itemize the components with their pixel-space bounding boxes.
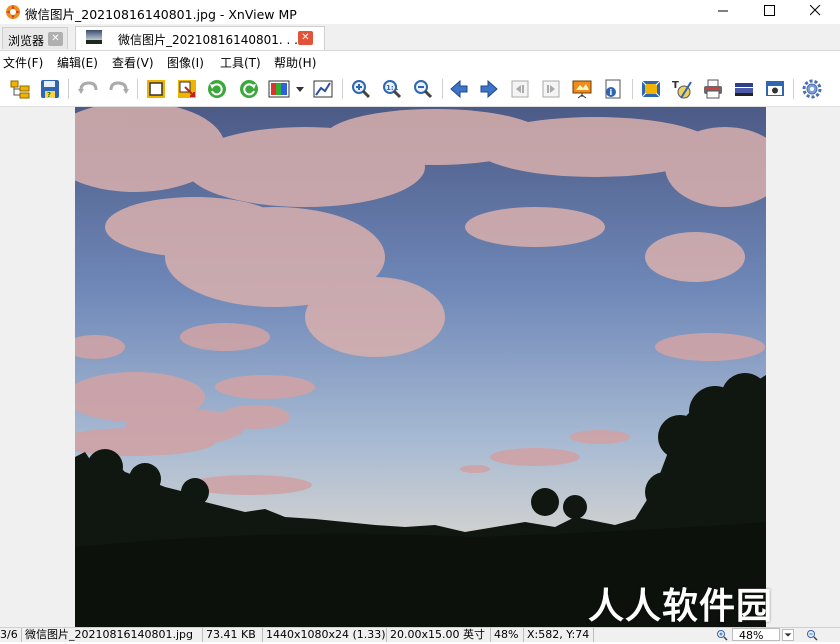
rotate-left-icon[interactable] — [206, 78, 228, 100]
levels-icon[interactable] — [312, 78, 334, 100]
menu-edit[interactable]: 编辑(E) — [57, 54, 98, 71]
previous-icon[interactable] — [448, 78, 470, 100]
toolbar-separator — [793, 79, 794, 99]
svg-text:1:1: 1:1 — [386, 84, 399, 92]
status-zoom: 48% — [491, 628, 524, 642]
maximize-icon — [763, 5, 775, 19]
zoom-dropdown-icon[interactable] — [782, 629, 794, 641]
image-thumbnail-icon — [86, 30, 102, 44]
svg-text:T: T — [672, 80, 679, 91]
scanner-icon[interactable] — [733, 78, 755, 100]
menu-file[interactable]: 文件(F) — [3, 54, 43, 71]
toolbar-separator — [68, 79, 69, 99]
status-coords: X:582, Y:74 — [524, 628, 594, 642]
close-button[interactable] — [792, 0, 838, 24]
tab-label: 微信图片_20210816140801. . . . — [118, 33, 306, 47]
color-adjust-icon[interactable] — [268, 78, 308, 100]
xnview-icon — [5, 4, 21, 20]
menu-help[interactable]: 帮助(H) — [274, 54, 316, 71]
crop-icon[interactable] — [145, 78, 167, 100]
print-icon[interactable] — [702, 78, 724, 100]
status-filename: 微信图片_20210816140801.jpg — [22, 628, 203, 642]
minimize-icon — [717, 5, 729, 19]
zoom-actual-icon[interactable]: 1:1 — [381, 78, 403, 100]
undo-icon[interactable] — [77, 78, 99, 100]
next-icon[interactable] — [478, 78, 500, 100]
menu-bar: 文件(F) 编辑(E) 查看(V) 图像(I) 工具(T) 帮助(H) — [0, 51, 840, 71]
window-title: 微信图片_20210816140801.jpg - XnView MP — [25, 7, 297, 22]
toolbar-separator — [442, 79, 443, 99]
tab-browser[interactable]: 浏览器 ✕ — [2, 27, 68, 49]
fullscreen-icon[interactable] — [640, 78, 662, 100]
menu-image[interactable]: 图像(I) — [167, 54, 204, 71]
status-filesize: 73.41 KB — [203, 628, 263, 642]
browser-icon[interactable] — [9, 78, 31, 100]
toolbar-separator — [137, 79, 138, 99]
svg-text:?: ? — [47, 91, 51, 99]
toolbar: ? 1:1 i T — [0, 72, 840, 107]
toolbar-separator — [632, 79, 633, 99]
zoom-out-small-icon[interactable] — [806, 629, 818, 641]
menu-tools[interactable]: 工具(T) — [220, 54, 261, 71]
close-icon — [809, 4, 821, 19]
status-bar: 3/6 微信图片_20210816140801.jpg 73.41 KB 144… — [0, 627, 840, 642]
settings-icon[interactable] — [801, 78, 823, 100]
minimize-button[interactable] — [700, 0, 746, 24]
status-index: 3/6 — [0, 628, 22, 642]
zoom-out-icon[interactable] — [412, 78, 434, 100]
tab-label: 浏览器 — [8, 34, 45, 48]
capture-icon[interactable] — [764, 78, 786, 100]
title-bar: 微信图片_20210816140801.jpg - XnView MP — [0, 0, 840, 24]
save-icon[interactable]: ? — [39, 78, 61, 100]
last-page-icon[interactable] — [540, 78, 562, 100]
maximize-button[interactable] — [746, 0, 792, 24]
redo-icon[interactable] — [108, 78, 130, 100]
properties-icon[interactable]: i — [602, 78, 624, 100]
status-print-size: 20.00x15.00 英寸 — [387, 628, 491, 642]
slideshow-icon[interactable] — [571, 78, 593, 100]
rotate-right-icon[interactable] — [238, 78, 260, 100]
toolbar-separator — [342, 79, 343, 99]
photo-sky-landscape[interactable] — [75, 107, 766, 627]
zoom-in-icon[interactable] — [350, 78, 372, 100]
edit-icon[interactable]: T — [671, 78, 693, 100]
zoom-field[interactable]: 48% — [732, 628, 780, 642]
tab-strip: 浏览器 ✕ 微信图片_20210816140801. . . . ✕ — [0, 24, 840, 51]
svg-text:i: i — [610, 88, 613, 97]
status-dimensions: 1440x1080x24 (1.33) — [263, 628, 387, 642]
watermark-text: 人人软件园 — [588, 586, 774, 627]
tab-close-icon[interactable]: ✕ — [48, 32, 63, 46]
zoom-in-small-icon[interactable] — [716, 629, 728, 641]
resize-icon[interactable] — [176, 78, 198, 100]
tab-image[interactable]: 微信图片_20210816140801. . . . ✕ — [75, 26, 325, 50]
image-viewer[interactable]: 人人软件园 — [0, 107, 840, 627]
menu-view[interactable]: 查看(V) — [112, 54, 154, 71]
tab-close-icon[interactable]: ✕ — [298, 31, 313, 45]
first-page-icon[interactable] — [509, 78, 531, 100]
